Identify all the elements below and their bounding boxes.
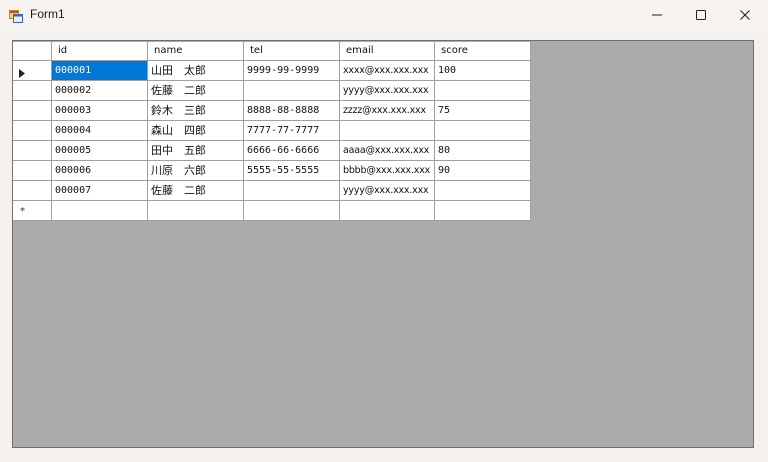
row-header[interactable] (13, 181, 52, 201)
cell-email[interactable]: aaaa@xxx.xxx.xxx (340, 141, 435, 161)
table-row: 000003 鈴木 三郎 8888-88-8888 zzzz@xxx.xxx.xxx 7… (13, 101, 531, 121)
cell-id[interactable]: 000006 (52, 161, 148, 181)
table-row: 000007 佐藤 二郎 yyyy@xxx.xxx.xxx (13, 181, 531, 201)
column-header-tel[interactable]: tel (244, 42, 340, 61)
maximize-button[interactable] (678, 0, 724, 30)
row-header[interactable] (13, 161, 52, 181)
cell-id[interactable]: 000005 (52, 141, 148, 161)
cell-name[interactable] (148, 201, 244, 221)
current-row-arrow-icon (19, 66, 25, 80)
minimize-button[interactable] (634, 0, 680, 30)
cell-score[interactable] (435, 81, 531, 101)
cell-tel[interactable] (244, 181, 340, 201)
row-header[interactable] (13, 81, 52, 101)
app-window: Form1 id name tel email score 000001 山田 太郎 9999… (0, 0, 768, 462)
cell-score[interactable] (435, 121, 531, 141)
cell-score[interactable]: 90 (435, 161, 531, 181)
table-row: 000006 川原 六郎 5555-55-5555 bbbb@xxx.xxx.xxx 9… (13, 161, 531, 181)
cell-email[interactable]: yyyy@xxx.xxx.xxx (340, 81, 435, 101)
table-row: 000005 田中 五郎 6666-66-6666 aaaa@xxx.xxx.xxx 8… (13, 141, 531, 161)
cell-name[interactable]: 川原 六郎 (148, 161, 244, 181)
row-header[interactable] (13, 61, 52, 81)
cell-email[interactable]: xxxx@xxx.xxx.xxx (340, 61, 435, 81)
new-row-star-icon: * (20, 206, 25, 217)
cell-id[interactable] (52, 201, 148, 221)
cell-tel[interactable] (244, 81, 340, 101)
cell-tel[interactable]: 9999-99-9999 (244, 61, 340, 81)
row-header[interactable] (13, 121, 52, 141)
table-row: 000002 佐藤 二郎 yyyy@xxx.xxx.xxx (13, 81, 531, 101)
cell-id[interactable]: 000007 (52, 181, 148, 201)
cell-name[interactable]: 佐藤 二郎 (148, 181, 244, 201)
cell-name[interactable]: 森山 四郎 (148, 121, 244, 141)
cell-tel[interactable]: 8888-88-8888 (244, 101, 340, 121)
cell-score[interactable]: 100 (435, 61, 531, 81)
cell-tel[interactable]: 5555-55-5555 (244, 161, 340, 181)
minimize-icon (652, 14, 662, 16)
cell-score[interactable] (435, 201, 531, 221)
close-icon (740, 10, 750, 20)
cell-score[interactable]: 75 (435, 101, 531, 121)
column-header-score[interactable]: score (435, 42, 531, 61)
close-button[interactable] (722, 0, 768, 30)
cell-email[interactable]: yyyy@xxx.xxx.xxx (340, 181, 435, 201)
cell-id[interactable]: 000003 (52, 101, 148, 121)
cell-name[interactable]: 田中 五郎 (148, 141, 244, 161)
cell-tel[interactable]: 6666-66-6666 (244, 141, 340, 161)
grid-new-row: * (13, 201, 531, 221)
cell-email[interactable]: zzzz@xxx.xxx.xxx (340, 101, 435, 121)
new-row-header[interactable]: * (13, 201, 52, 221)
table-row: 000004 森山 四郎 7777-77-7777 (13, 121, 531, 141)
cell-score[interactable] (435, 181, 531, 201)
title-bar[interactable]: Form1 (0, 0, 768, 30)
cell-email[interactable] (340, 121, 435, 141)
column-header-email[interactable]: email (340, 42, 435, 61)
form-app-icon (9, 8, 23, 23)
cell-id[interactable]: 000004 (52, 121, 148, 141)
cell-name[interactable]: 山田 太郎 (148, 61, 244, 81)
cell-email[interactable] (340, 201, 435, 221)
cell-tel[interactable] (244, 201, 340, 221)
grid-corner-cell[interactable] (13, 42, 52, 61)
cell-id[interactable]: 000002 (52, 81, 148, 101)
row-header[interactable] (13, 141, 52, 161)
cell-tel[interactable]: 7777-77-7777 (244, 121, 340, 141)
column-header-name[interactable]: name (148, 42, 244, 61)
cell-name[interactable]: 佐藤 二郎 (148, 81, 244, 101)
column-header-id[interactable]: id (52, 42, 148, 61)
cell-email[interactable]: bbbb@xxx.xxx.xxx (340, 161, 435, 181)
cell-score[interactable]: 80 (435, 141, 531, 161)
window-title: Form1 (30, 7, 65, 21)
grid-header-row: id name tel email score (13, 42, 531, 62)
maximize-icon (696, 10, 706, 20)
cell-id[interactable]: 000001 (52, 61, 148, 81)
cell-name[interactable]: 鈴木 三郎 (148, 101, 244, 121)
table-row: 000001 山田 太郎 9999-99-9999 xxxx@xxx.xxx.xxx 1… (13, 61, 531, 81)
row-header[interactable] (13, 101, 52, 121)
